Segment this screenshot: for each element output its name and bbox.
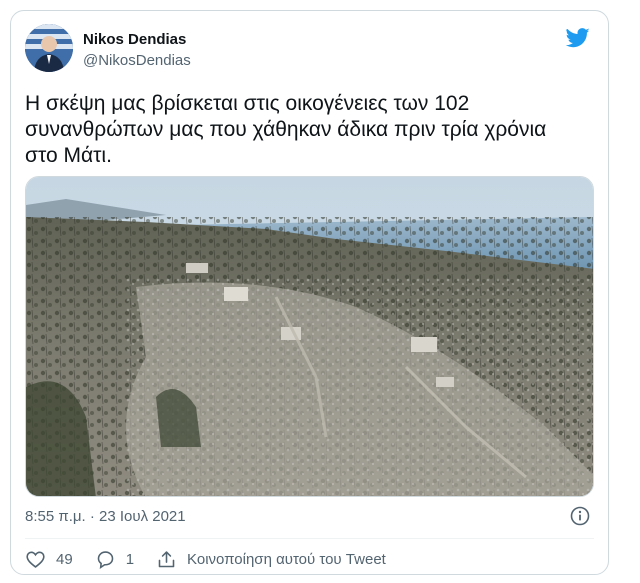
- reply-count: 1: [125, 550, 135, 568]
- reply-button[interactable]: 1: [95, 549, 134, 570]
- tweet-text: Η σκέψη μας βρίσκεται στις οικογένειες τ…: [25, 92, 547, 167]
- tweet-card[interactable]: Nikos Dendias @NikosDendias Η σκέψη μας …: [10, 10, 609, 575]
- info-icon[interactable]: [570, 506, 590, 526]
- like-button[interactable]: 49: [25, 549, 73, 570]
- share-icon: [158, 550, 175, 567]
- twitter-bird-icon[interactable]: [566, 28, 590, 48]
- tweet-photo[interactable]: [25, 176, 594, 497]
- user-handle[interactable]: @NikosDendias: [83, 52, 191, 69]
- heart-icon: [26, 551, 45, 568]
- reply-icon: [97, 550, 113, 569]
- action-bar: 49 1 Κοινοποίηση αυτού του Tweet: [25, 547, 408, 571]
- like-count: 49: [56, 550, 73, 568]
- tweet-timestamp[interactable]: 8:55 π.μ. · 23 Ιουλ 2021: [25, 508, 186, 525]
- share-label: Κοινοποίηση αυτού του Tweet: [187, 550, 386, 568]
- avatar[interactable]: [25, 24, 73, 72]
- display-name[interactable]: Nikos Dendias: [83, 31, 186, 48]
- share-button[interactable]: Κοινοποίηση αυτού του Tweet: [156, 549, 386, 570]
- divider: [25, 538, 594, 539]
